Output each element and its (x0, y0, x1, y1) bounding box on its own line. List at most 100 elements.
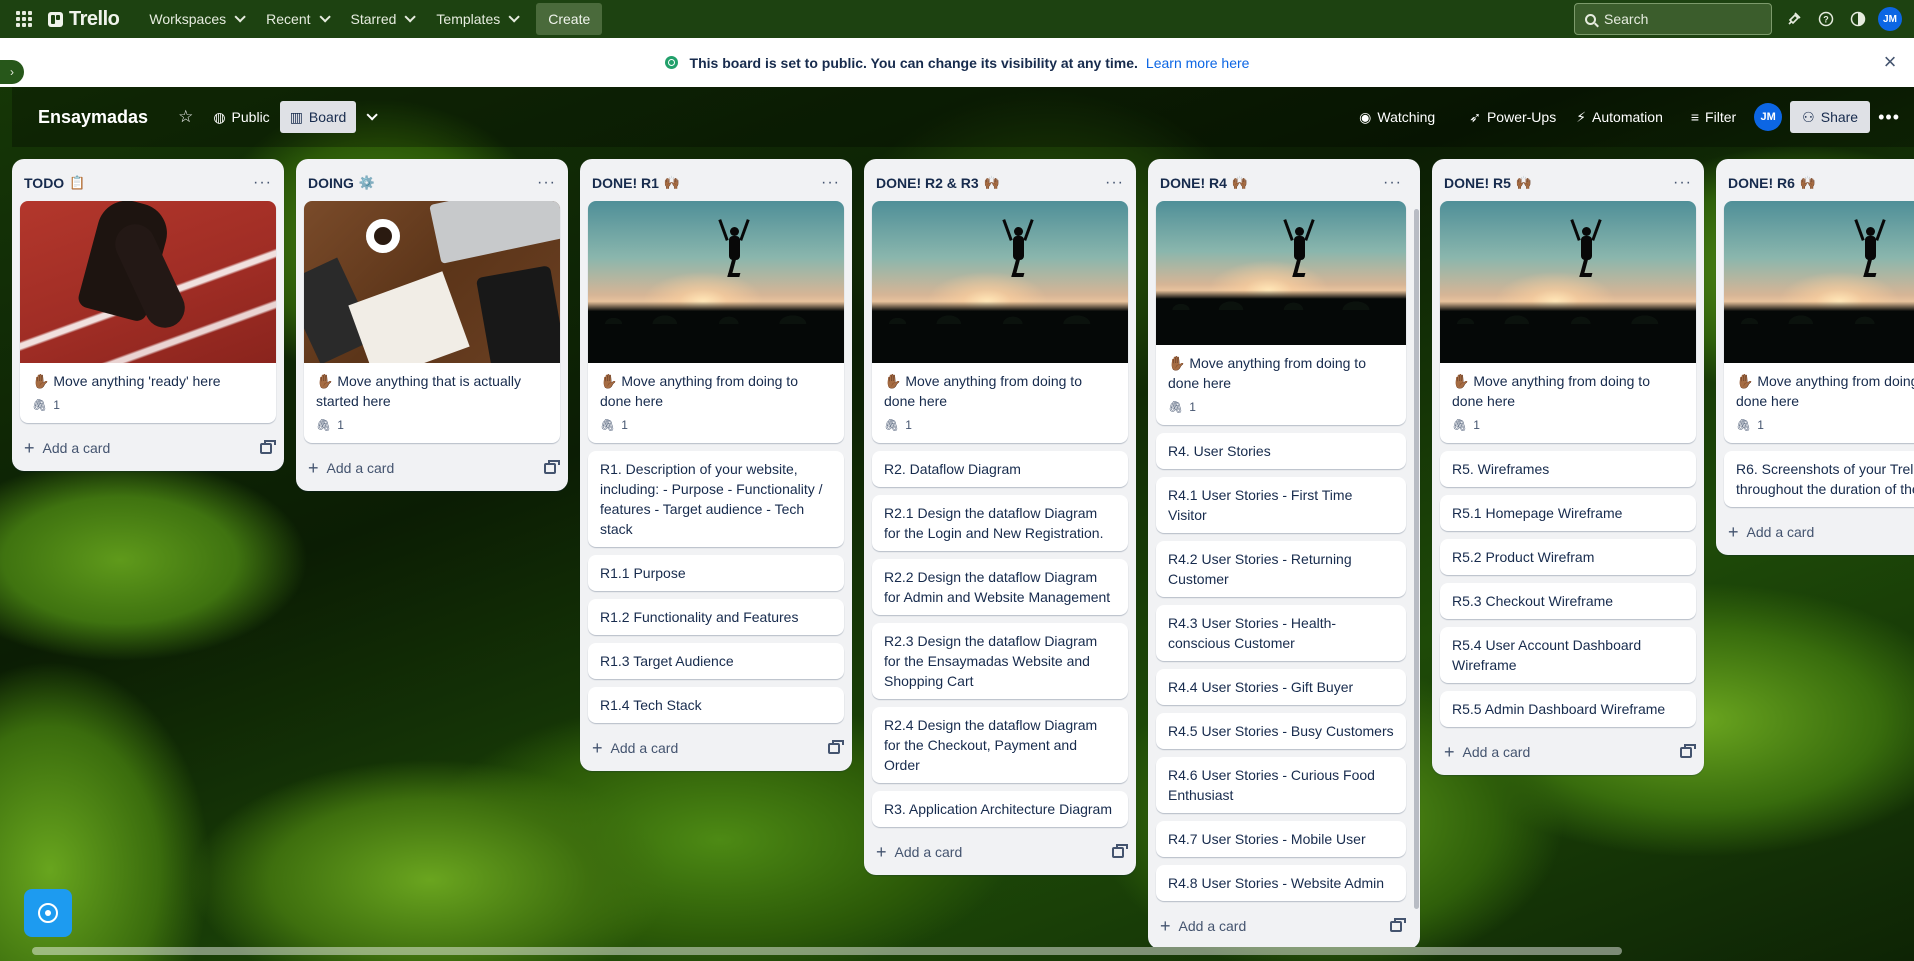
card-template-icon[interactable] (1390, 917, 1406, 932)
share-button[interactable]: ⚇ Share (1790, 101, 1871, 133)
theme-toggle-icon[interactable] (1842, 3, 1874, 35)
cover-card[interactable]: ✋🏾 Move anything 'ready' here 🖇 1 (20, 201, 276, 423)
learn-more-link[interactable]: Learn more here (1146, 55, 1250, 71)
board-menu-icon[interactable]: ••• (1878, 107, 1900, 128)
list-menu-icon[interactable]: ··· (821, 174, 840, 192)
list-done-r5: DONE! R5 🙌🏾 ··· ✋🏾 Move anything from doi… (1432, 159, 1704, 775)
add-card-button[interactable]: + Add a card (308, 458, 394, 479)
list-card[interactable]: R4.1 User Stories - First Time Visitor (1156, 477, 1406, 533)
cover-card[interactable]: ✋🏾 Move anything from doing to done here… (1156, 201, 1406, 425)
list-doing: DOING ⚙️ ··· ✋🏾 Move anything that is act… (296, 159, 568, 491)
cover-card[interactable]: ✋🏾 Move anything from doing to done here… (588, 201, 844, 443)
list-card[interactable]: R1.3 Target Audience (588, 643, 844, 679)
add-card-button[interactable]: + Add a card (1444, 742, 1530, 763)
app-switcher-icon[interactable] (12, 7, 36, 31)
list-title[interactable]: DONE! R2 & R3 🙌🏾 (876, 175, 1000, 191)
list-title[interactable]: DOING ⚙️ (308, 175, 375, 191)
list-card[interactable]: R4.8 User Stories - Website Admin (1156, 865, 1406, 901)
add-card-button[interactable]: + Add a card (1160, 916, 1246, 937)
member-avatar[interactable]: JM (1754, 103, 1783, 131)
brand-name: Trello (69, 7, 120, 30)
attachment-icon: 🖇 (600, 418, 616, 432)
list-card[interactable]: R5. Wireframes (1440, 451, 1696, 487)
card-template-icon[interactable] (1112, 843, 1128, 858)
cover-card[interactable]: ✋🏾 Move anything that is actually starte… (304, 201, 560, 443)
list-menu-icon[interactable]: ··· (1105, 174, 1124, 192)
list-card[interactable]: R4.5 User Stories - Busy Customers (1156, 713, 1406, 749)
list-title[interactable]: DONE! R4 🙌🏾 (1160, 175, 1248, 191)
views-dropdown-button[interactable] (356, 101, 384, 133)
list-card[interactable]: R4.7 User Stories - Mobile User (1156, 821, 1406, 857)
visibility-button[interactable]: ◍ Public (203, 101, 279, 133)
cover-card[interactable]: ✋🏾 Move anything from doing to done here… (872, 201, 1128, 443)
search-input[interactable]: Search (1574, 3, 1772, 35)
board-horizontal-scrollbar[interactable] (32, 947, 1622, 955)
powerups-button[interactable]: ➶ Power-Ups (1459, 101, 1566, 133)
list-card[interactable]: R5.1 Homepage Wireframe (1440, 495, 1696, 531)
card-template-icon[interactable] (1680, 743, 1696, 758)
close-icon[interactable]: × (1878, 50, 1902, 74)
board-title[interactable]: Ensaymadas (38, 107, 148, 128)
watching-button[interactable]: ◉ Watching (1349, 101, 1445, 133)
account-avatar[interactable]: JM (1874, 3, 1906, 35)
card-template-icon[interactable] (260, 439, 276, 454)
list-card[interactable]: R1.4 Tech Stack (588, 687, 844, 723)
card-title: ✋🏾 Move anything from doing to done here (884, 373, 1082, 409)
list-card[interactable]: R4.2 User Stories - Returning Customer (1156, 541, 1406, 597)
list-card[interactable]: R5.5 Admin Dashboard Wireframe (1440, 691, 1696, 727)
plus-icon: + (1160, 915, 1171, 936)
list-card[interactable]: R2.1 Design the dataflow Diagram for the… (872, 495, 1128, 551)
plus-icon: + (1728, 521, 1739, 542)
list-card[interactable]: R4.3 User Stories - Health-conscious Cus… (1156, 605, 1406, 661)
create-button[interactable]: Create (536, 3, 603, 35)
trello-logo[interactable]: Trello (48, 7, 120, 31)
list-card[interactable]: R5.4 User Account Dashboard Wireframe (1440, 627, 1696, 683)
notifications-icon[interactable] (1778, 3, 1810, 35)
banner-message: This board is set to public. You can cha… (689, 54, 1138, 71)
list-menu-icon[interactable]: ··· (253, 174, 272, 192)
list-card[interactable]: R1.1 Purpose (588, 555, 844, 591)
list-card[interactable]: R3. Application Architecture Diagram (872, 791, 1128, 827)
templates-label: Templates (436, 11, 501, 27)
templates-menu[interactable]: Templates (424, 3, 528, 35)
list-card[interactable]: R5.3 Checkout Wireframe (1440, 583, 1696, 619)
list-menu-icon[interactable]: ··· (537, 174, 556, 192)
card-cover-image (20, 201, 276, 363)
list-card[interactable]: R4.4 User Stories - Gift Buyer (1156, 669, 1406, 705)
starred-menu[interactable]: Starred (339, 3, 425, 35)
add-card-button[interactable]: + Add a card (592, 738, 678, 759)
help-icon[interactable]: ? (1810, 3, 1842, 35)
list-card[interactable]: R4.6 User Stories - Curious Food Enthusi… (1156, 757, 1406, 813)
card-template-icon[interactable] (828, 739, 844, 754)
list-title[interactable]: DONE! R6 🙌🏾 (1728, 175, 1816, 191)
filter-button[interactable]: ≡ Filter (1681, 101, 1746, 133)
list-title[interactable]: DONE! R5 🙌🏾 (1444, 175, 1532, 191)
list-card[interactable]: R1.2 Functionality and Features (588, 599, 844, 635)
list-scrollbar[interactable] (1414, 209, 1419, 909)
list-card[interactable]: R2.4 Design the dataflow Diagram for the… (872, 707, 1128, 783)
card-template-icon[interactable] (544, 459, 560, 474)
assistant-button[interactable] (24, 889, 72, 937)
star-board-button[interactable]: ☆ (168, 101, 203, 133)
automation-button[interactable]: ⚡ Automation (1566, 101, 1673, 133)
list-card[interactable]: R6. Screenshots of your Trello throughou… (1724, 451, 1914, 507)
workspaces-menu[interactable]: Workspaces (137, 3, 254, 35)
add-card-button[interactable]: + Add a card (1728, 522, 1814, 543)
add-card-button[interactable]: + Add a card (876, 842, 962, 863)
list-menu-icon[interactable]: ··· (1673, 174, 1692, 192)
list-title[interactable]: TODO 📋 (24, 175, 85, 191)
list-card[interactable]: R2.3 Design the dataflow Diagram for the… (872, 623, 1128, 699)
recent-menu[interactable]: Recent (254, 3, 338, 35)
list-title[interactable]: DONE! R1 🙌🏾 (592, 175, 680, 191)
cover-card[interactable]: ✋🏾 Move anything from doing to done here… (1440, 201, 1696, 443)
expand-sidebar-icon[interactable]: › (0, 60, 24, 84)
list-card[interactable]: R4. User Stories (1156, 433, 1406, 469)
cover-card[interactable]: ✋🏾 Move anything from doing to done here… (1724, 201, 1914, 443)
list-card[interactable]: R2. Dataflow Diagram (872, 451, 1128, 487)
board-view-button[interactable]: ▥ Board (279, 101, 357, 133)
list-card[interactable]: R5.2 Product Wirefram (1440, 539, 1696, 575)
list-card[interactable]: R2.2 Design the dataflow Diagram for Adm… (872, 559, 1128, 615)
add-card-button[interactable]: + Add a card (24, 438, 110, 459)
list-menu-icon[interactable]: ··· (1383, 174, 1402, 192)
list-card[interactable]: R1. Description of your website, includi… (588, 451, 844, 547)
